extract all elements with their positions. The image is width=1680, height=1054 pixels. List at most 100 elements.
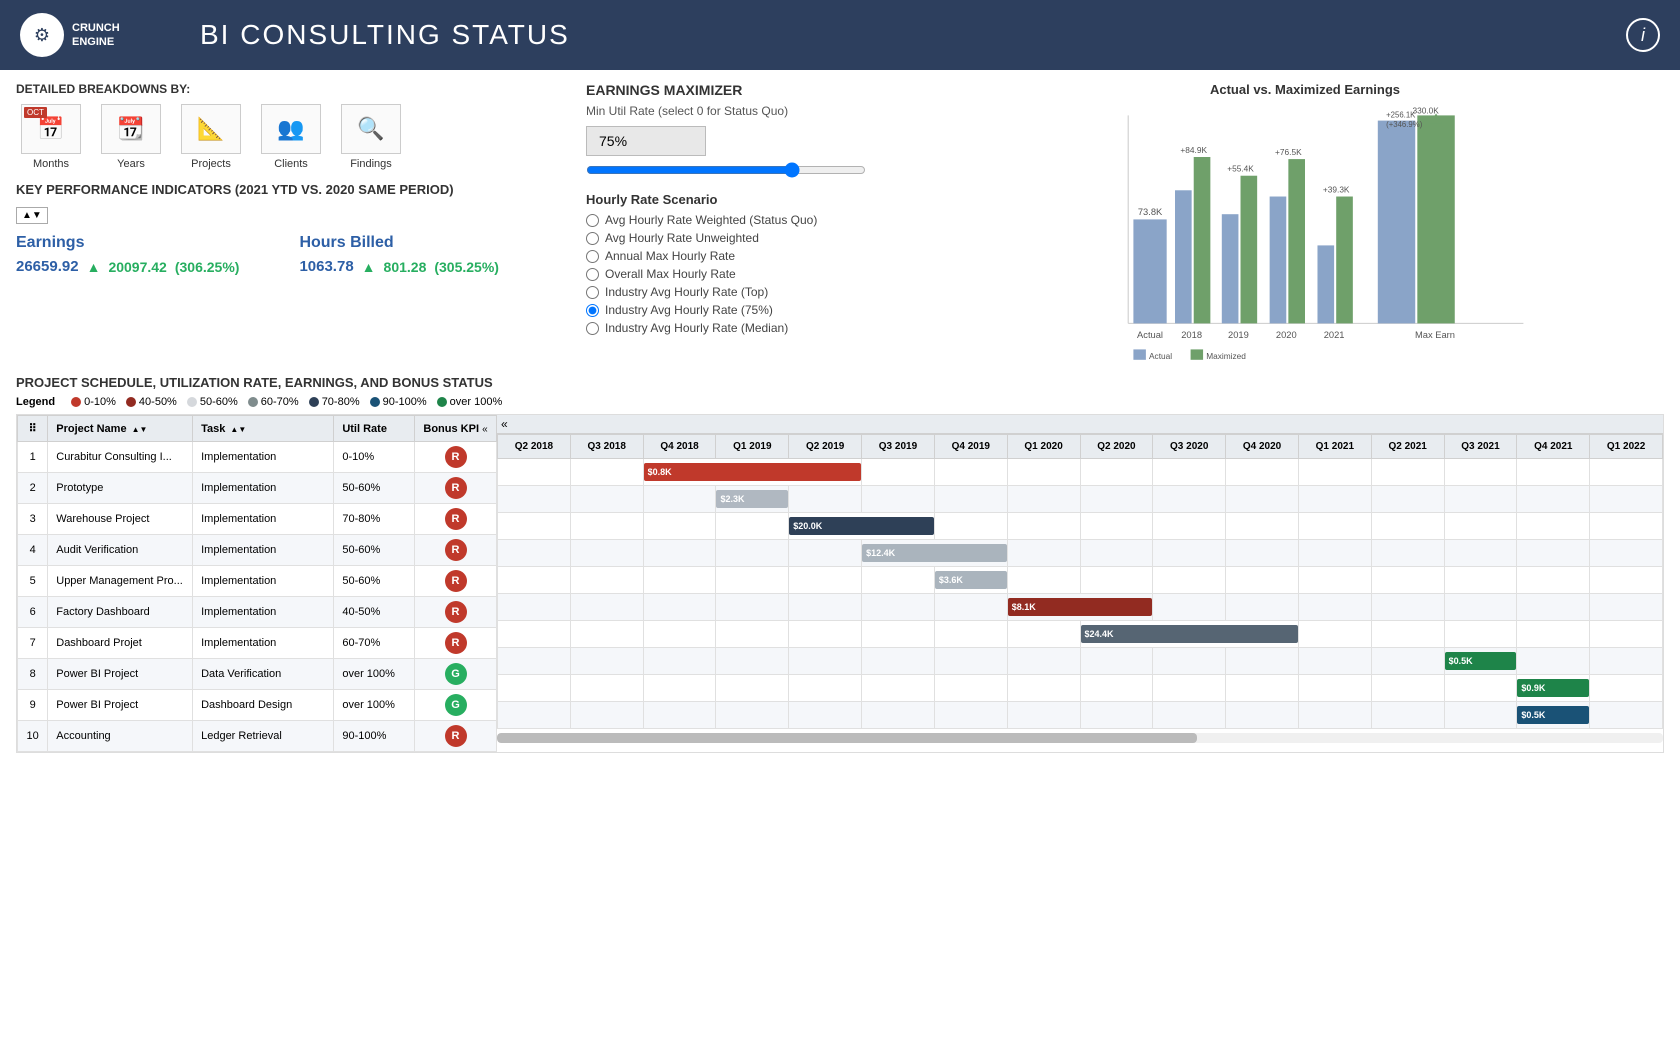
info-button[interactable]: i <box>1626 18 1660 52</box>
radio-input-1[interactable] <box>586 232 599 245</box>
table-left: ⠿ Project Name ▲▼ Task ▲▼ Util Rate Bonu… <box>17 415 497 752</box>
row-num: 10 <box>18 721 48 752</box>
breakdown-months[interactable]: 📅 OCT Months <box>16 104 86 170</box>
gantt-cell-9-4 <box>789 702 862 729</box>
left-top-section: DETAILED BREAKDOWNS BY: 📅 OCT Months 📆 Y… <box>16 82 566 365</box>
breakdown-years[interactable]: 📆 Years <box>96 104 166 170</box>
col-header-project[interactable]: Project Name ▲▼ <box>48 416 193 442</box>
gantt-cell-7-2 <box>643 648 716 675</box>
svg-text:+39.3K: +39.3K <box>1323 184 1350 194</box>
col-header-util[interactable]: Util Rate <box>334 416 415 442</box>
gantt-cell-4-13 <box>1444 567 1517 594</box>
radio-option-3[interactable]: Overall Max Hourly Rate <box>586 267 926 281</box>
radio-input-6[interactable] <box>586 322 599 335</box>
col-header-bonus[interactable]: Bonus KPI « <box>415 416 497 442</box>
table-row: 6Factory DashboardImplementation40-50%R <box>18 597 497 628</box>
gantt-cell-9-12 <box>1371 702 1444 729</box>
radio-option-6[interactable]: Industry Avg Hourly Rate (Median) <box>586 321 926 335</box>
radio-input-3[interactable] <box>586 268 599 281</box>
gantt-col-header-2: Q4 2018 <box>643 435 716 459</box>
gantt-row: $8.1K <box>498 594 1663 621</box>
top-row: DETAILED BREAKDOWNS BY: 📅 OCT Months 📆 Y… <box>16 82 1664 365</box>
gantt-cell-2-8 <box>1080 513 1153 540</box>
table-row: 4Audit VerificationImplementation50-60%R <box>18 535 497 566</box>
legend-label: Legend <box>16 396 55 408</box>
gantt-col-header-9: Q3 2020 <box>1153 435 1226 459</box>
row-bonus: R <box>415 504 497 535</box>
radio-input-2[interactable] <box>586 250 599 263</box>
radio-label-6: Industry Avg Hourly Rate (Median) <box>605 321 788 335</box>
gantt-col-header-7: Q1 2020 <box>1007 435 1080 459</box>
gantt-cell-5-6 <box>934 594 1007 621</box>
gantt-col-header-8: Q2 2020 <box>1080 435 1153 459</box>
radio-input-5[interactable] <box>586 304 599 317</box>
kpi-hours: Hours Billed 1063.78 ▲ 801.28 (305.25%) <box>299 234 499 275</box>
bar-actual <box>1133 219 1166 323</box>
gantt-cell-6-3 <box>716 621 789 648</box>
radio-option-1[interactable]: Avg Hourly Rate Unweighted <box>586 231 926 245</box>
svg-text:+55.4K: +55.4K <box>1227 164 1254 174</box>
gantt-bar: $3.6K <box>935 571 1007 589</box>
gantt-cell-3-9 <box>1153 540 1226 567</box>
months-label: Months <box>33 158 69 170</box>
gantt-cell-2-10 <box>1226 513 1299 540</box>
kpi-row: Earnings 26659.92 ▲ 20097.42 (306.25%) H… <box>16 234 566 275</box>
radio-input-0[interactable] <box>586 214 599 227</box>
gantt-cell-2-13 <box>1444 513 1517 540</box>
gantt-cell-8-12 <box>1371 675 1444 702</box>
gantt-cell-3-1 <box>570 540 643 567</box>
gantt-cell-8-4 <box>789 675 862 702</box>
radio-option-4[interactable]: Industry Avg Hourly Rate (Top) <box>586 285 926 299</box>
bar-2018-max <box>1194 157 1211 323</box>
kpi-collapse-button[interactable]: ▲▼ <box>16 207 48 224</box>
table-row: 10AccountingLedger Retrieval90-100%R <box>18 721 497 752</box>
radio-option-0[interactable]: Avg Hourly Rate Weighted (Status Quo) <box>586 213 926 227</box>
radio-option-5[interactable]: Industry Avg Hourly Rate (75%) <box>586 303 926 317</box>
gantt-cell-8-15 <box>1590 675 1663 702</box>
gantt-cell-1-8 <box>1080 486 1153 513</box>
years-icon-box: 📆 <box>101 104 161 154</box>
gantt-cell-6-14 <box>1517 621 1590 648</box>
chart-title: Actual vs. Maximized Earnings <box>946 82 1664 97</box>
radio-option-2[interactable]: Annual Max Hourly Rate <box>586 249 926 263</box>
bonus-collapse-btn[interactable]: « <box>482 424 488 435</box>
table-right[interactable]: « Q2 2018Q3 2018Q4 2018Q1 2019Q2 2019Q3 … <box>497 415 1663 752</box>
breakdown-clients[interactable]: 👥 Clients <box>256 104 326 170</box>
gantt-cell-6-6 <box>934 621 1007 648</box>
row-bonus: R <box>415 721 497 752</box>
gantt-row: $12.4K <box>498 540 1663 567</box>
breakdown-projects[interactable]: 📐 Projects <box>176 104 246 170</box>
hours-up-arrow: ▲ <box>362 259 376 275</box>
gantt-cell-5-0 <box>498 594 571 621</box>
gantt-cell-7-4 <box>789 648 862 675</box>
schedule-title: PROJECT SCHEDULE, UTILIZATION RATE, EARN… <box>16 375 1664 390</box>
legend-text-0: 0-10% <box>84 396 116 408</box>
gantt-cell-0-12 <box>1371 459 1444 486</box>
table-row: 8Power BI ProjectData Verificationover 1… <box>18 659 497 690</box>
gantt-cell-0-9 <box>1153 459 1226 486</box>
gantt-scrollbar[interactable] <box>497 733 1197 743</box>
gantt-cell-4-9 <box>1153 567 1226 594</box>
gantt-cell-1-5 <box>862 486 935 513</box>
kpi-title: KEY PERFORMANCE INDICATORS (2021 YTD VS.… <box>16 182 566 197</box>
legend-text-1: 40-50% <box>139 396 177 408</box>
legend: Legend0-10%40-50%50-60%60-70%70-80%90-10… <box>16 396 1664 408</box>
rate-slider[interactable] <box>586 162 866 178</box>
gantt-cell-6-13 <box>1444 621 1517 648</box>
main-content: DETAILED BREAKDOWNS BY: 📅 OCT Months 📆 Y… <box>0 70 1680 1054</box>
gantt-cell-0-14 <box>1517 459 1590 486</box>
gantt-cell-1-4 <box>789 486 862 513</box>
gantt-cell-9-0 <box>498 702 571 729</box>
legend-dot-4 <box>309 397 319 407</box>
col-header-task[interactable]: Task ▲▼ <box>193 416 334 442</box>
svg-text:330.0K: 330.0K <box>1412 105 1439 115</box>
radio-input-4[interactable] <box>586 286 599 299</box>
radio-label-4: Industry Avg Hourly Rate (Top) <box>605 285 768 299</box>
row-bonus: R <box>415 535 497 566</box>
row-bonus: R <box>415 628 497 659</box>
row-util: 70-80% <box>334 504 415 535</box>
gantt-collapse-btn[interactable]: « <box>501 417 508 431</box>
breakdown-findings[interactable]: 🔍 Findings <box>336 104 406 170</box>
gantt-cell-4-10 <box>1226 567 1299 594</box>
gantt-cell-4-11 <box>1298 567 1371 594</box>
